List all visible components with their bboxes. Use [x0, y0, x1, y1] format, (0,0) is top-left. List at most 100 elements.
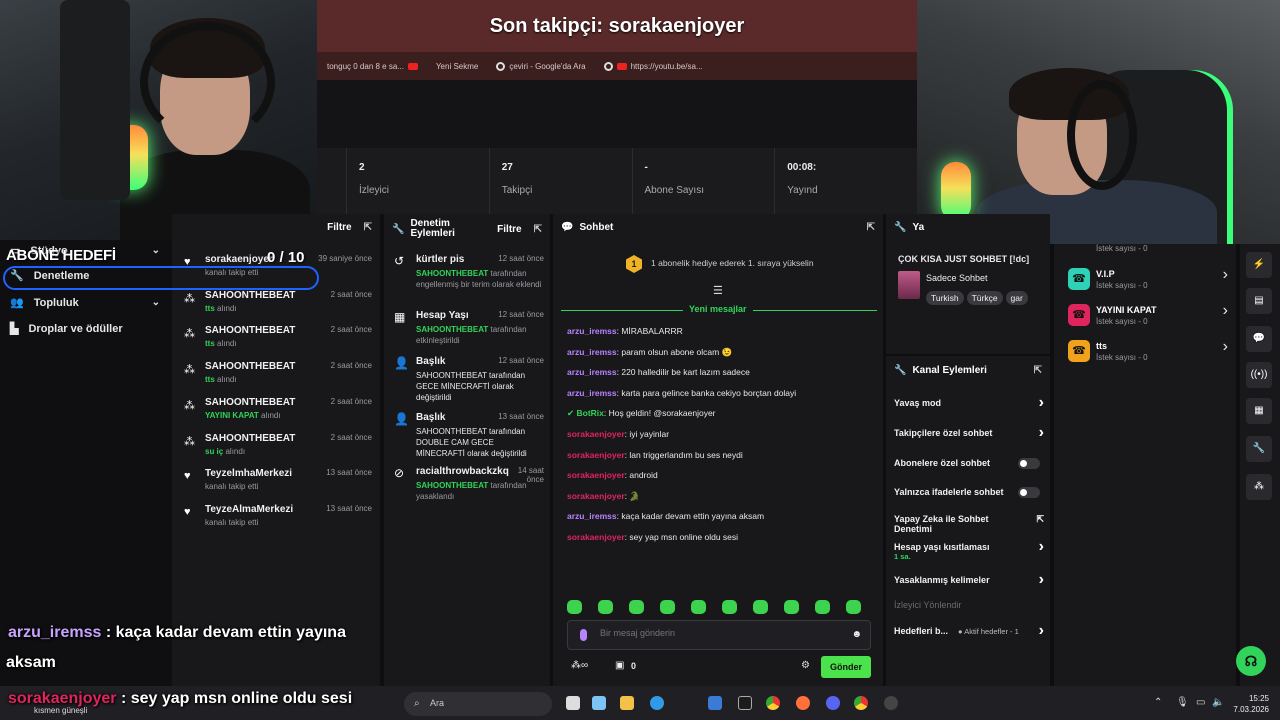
channel-action-item[interactable]: Yavaş mod › [894, 394, 1044, 411]
tray-chevron-icon[interactable]: ⌃ [1154, 697, 1162, 708]
chat-message[interactable]: sorakaenjoyer: sey yap msn online oldu s… [567, 532, 738, 542]
chat-username[interactable]: arzu_iremss [567, 347, 617, 357]
feed-username[interactable]: SAHOONTHEBEAT [205, 397, 295, 408]
chat-message[interactable]: arzu_iremss: kaça kadar devam ettin yayı… [567, 511, 764, 521]
emote-icon[interactable] [846, 600, 861, 614]
chat-message[interactable]: sorakaenjoyer: 🐊 [567, 491, 640, 502]
settings-gear-icon[interactable]: ⚙ [801, 660, 810, 671]
clipboard-icon[interactable]: ▤ [1246, 288, 1272, 314]
feed-username[interactable]: TeyzeAlmaMerkezi [205, 504, 293, 515]
channel-action-item[interactable]: Hesap yaşı kısıtlaması 1 sa. › [894, 538, 1044, 561]
gift-leaderboard-text[interactable]: 1 abonelik hediye ederek 1. sıraya yükse… [651, 258, 814, 268]
help-headset-icon[interactable]: ☊ [1236, 646, 1266, 676]
channel-points-icon[interactable]: ⁂∞ [571, 660, 588, 671]
stream-title[interactable]: ÇOK KISA JUST SOHBET [!dc] [898, 254, 1029, 264]
feed-username[interactable]: TeyzelmhaMerkezi [205, 468, 292, 479]
emote-icon[interactable] [815, 600, 830, 614]
moderator-name[interactable]: SAHOONTHEBEAT [416, 481, 488, 490]
chat-message[interactable]: sorakaenjoyer: lan triggerlandım bu ses … [567, 450, 743, 460]
file-explorer-icon[interactable] [620, 696, 634, 710]
bookmark-item[interactable]: tonguç 0 dan 8 e sa... [327, 62, 418, 71]
taskbar-clock[interactable]: 15:25 7.03.2026 [1233, 693, 1269, 715]
tag-chip[interactable]: Türkçe [966, 291, 1003, 305]
popout-icon[interactable]: ⇱ [364, 222, 372, 233]
channel-action-item[interactable]: Yapay Zeka ile Sohbet Denetimi ⇱ [894, 514, 1044, 534]
chat-message[interactable]: arzu_iremss: param olsun abone olcam 😉 [567, 347, 732, 358]
community-icon[interactable]: ⁂ [1246, 474, 1272, 500]
chat-username[interactable]: arzu_iremss [567, 388, 617, 398]
emote-icon[interactable] [691, 600, 706, 614]
pin-icon[interactable]: ☰ [713, 284, 723, 297]
microphone-icon[interactable]: 🎙 [1176, 697, 1189, 708]
chat-message[interactable]: sorakaenjoyer: iyi yayinlar [567, 429, 669, 439]
firefox-icon[interactable] [796, 696, 810, 710]
feed-username[interactable]: SAHOONTHEBEAT [205, 290, 295, 301]
channel-action-item[interactable]: Hedefleri b... ● Aktif hedefler - 1 › [894, 622, 1044, 639]
moderator-name[interactable]: SAHOONTHEBEAT [416, 269, 488, 278]
channel-action-item[interactable]: Takipçilere özel sohbet › [894, 424, 1044, 441]
chat-username[interactable]: sorakaenjoyer [567, 470, 625, 480]
video-icon[interactable]: ▦ [1246, 398, 1272, 424]
volume-icon[interactable]: 🔈 [1212, 697, 1224, 708]
chat-username[interactable]: arzu_iremss [567, 367, 617, 377]
chat-username[interactable]: arzu_iremss [567, 326, 617, 336]
chrome-icon[interactable] [766, 696, 780, 710]
emote-icon[interactable] [784, 600, 799, 614]
tag-chip[interactable]: gar [1005, 291, 1028, 305]
tag-chip[interactable]: Turkish [926, 291, 964, 305]
taskbar-search[interactable]: ⌕ Ara [404, 692, 552, 716]
wrench-icon[interactable]: 🔧 [1246, 436, 1272, 462]
taskview-icon[interactable] [566, 696, 580, 710]
feed-username[interactable]: SAHOONTHEBEAT [205, 433, 295, 444]
discord-icon[interactable] [826, 696, 840, 710]
emote-icon[interactable] [722, 600, 737, 614]
send-button[interactable]: Gönder [821, 656, 871, 678]
broadcast-icon[interactable]: ((•)) [1246, 362, 1272, 388]
emoji-icon[interactable]: ☻ [851, 629, 862, 640]
filter-button[interactable]: Filtre [497, 224, 521, 235]
chat-username[interactable]: sorakaenjoyer [567, 429, 625, 439]
chat-message[interactable]: arzu_iremss: 220 halledilir be kart lazı… [567, 367, 750, 377]
sidebar-item-community[interactable]: 👥 Topluluk ⌄ [10, 296, 160, 310]
bookmark-item[interactable]: çeviri - Google'da Ara [496, 61, 586, 71]
bookmark-item[interactable]: https://youtu.be/sa... [603, 61, 703, 71]
chat-input[interactable] [600, 628, 830, 638]
chat-message[interactable]: sorakaenjoyer: android [567, 470, 658, 480]
chat-username[interactable]: arzu_iremss [567, 511, 617, 521]
app-icon[interactable] [738, 696, 752, 710]
chat-username[interactable]: sorakaenjoyer [567, 450, 625, 460]
emote-icon[interactable] [598, 600, 613, 614]
channel-action-item[interactable]: Yasaklanmış kelimeler › [894, 571, 1044, 588]
feed-username[interactable]: SAHOONTHEBEAT [205, 361, 295, 372]
channel-action-item[interactable]: Abonelere özel sohbet [894, 458, 1044, 469]
bookmark-item[interactable]: Yeni Sekme [436, 62, 478, 71]
popout-icon[interactable]: ⇱ [1034, 365, 1042, 376]
feed-username[interactable]: sorakaenjoyer [205, 254, 273, 265]
chat-message[interactable]: ✔ BotRix: Hoş geldin! @sorakaenjoyer [567, 408, 716, 419]
chat-username[interactable]: BotRix [576, 408, 603, 418]
moderator-name[interactable]: SAHOONTHEBEAT [416, 325, 488, 334]
chat-username[interactable]: sorakaenjoyer [567, 491, 625, 501]
popout-icon[interactable]: ⇱ [534, 224, 542, 235]
toggle-switch[interactable] [1018, 458, 1040, 469]
lightning-icon[interactable]: ⚡ [1246, 252, 1272, 278]
chat-bubble-icon[interactable]: 💬 [1246, 326, 1272, 352]
microphone-icon[interactable] [580, 629, 587, 641]
channel-action-item[interactable]: Yalnızca ifadelerle sohbet [894, 487, 1044, 498]
obs-icon[interactable] [884, 696, 898, 710]
chrome-icon[interactable] [854, 696, 868, 710]
gift-icon[interactable]: ▣ [615, 660, 624, 671]
emote-icon[interactable] [567, 600, 582, 614]
feed-username[interactable]: SAHOONTHEBEAT [205, 325, 295, 336]
store-icon[interactable] [708, 696, 722, 710]
copilot-icon[interactable] [592, 696, 606, 710]
toggle-switch[interactable] [1018, 487, 1040, 498]
chat-input-box[interactable]: ☻ [567, 620, 871, 650]
network-icon[interactable]: ▭ [1196, 697, 1205, 708]
filter-button[interactable]: Filtre [327, 222, 351, 233]
emote-icon[interactable] [753, 600, 768, 614]
edge-icon[interactable] [650, 696, 664, 710]
emote-icon[interactable] [660, 600, 675, 614]
popout-icon[interactable]: ⇱ [867, 222, 875, 233]
channel-action-item[interactable]: İzleyici Yönlendir [894, 600, 1044, 610]
